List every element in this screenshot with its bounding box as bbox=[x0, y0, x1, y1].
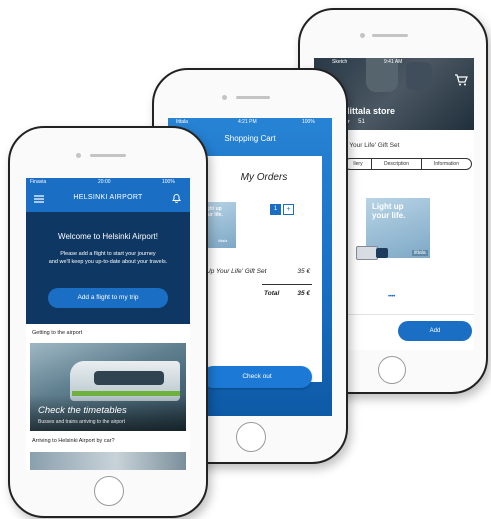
phone-speaker bbox=[90, 154, 126, 157]
train-window-shape bbox=[94, 371, 164, 385]
status-time: 20:00 bbox=[98, 179, 111, 185]
cart-status-bar: Iittala 4:21 PM 100% bbox=[168, 118, 332, 126]
phone-speaker bbox=[236, 96, 270, 99]
welcome-body-line1: Please add a flight to start your journe… bbox=[60, 251, 156, 257]
card-title: Check the timetables bbox=[38, 405, 127, 416]
card-subtitle: Busses and trains arriving to the airpor… bbox=[38, 419, 125, 425]
total-price: 35 € bbox=[297, 290, 310, 297]
welcome-title: Welcome to Helsinki Airport! bbox=[58, 232, 158, 241]
add-flight-button[interactable]: Add a flight to my trip bbox=[48, 288, 168, 308]
checkout-button[interactable]: Check out bbox=[202, 366, 312, 388]
store-status-bar: Sketch 9:41 AM bbox=[314, 58, 474, 66]
car-card-image[interactable] bbox=[30, 452, 186, 470]
item-price: 35 € bbox=[297, 268, 310, 275]
phone-speaker bbox=[372, 34, 408, 37]
phone-camera bbox=[76, 153, 81, 158]
box-text-line2: your life. bbox=[372, 211, 406, 220]
brand-tag: iittala bbox=[412, 250, 428, 256]
total-divider bbox=[262, 284, 312, 285]
status-carrier: Iittala bbox=[176, 119, 188, 125]
tab-gallery[interactable]: llery bbox=[345, 159, 372, 169]
quantity-plus-button[interactable]: + bbox=[283, 204, 294, 215]
brand-tag: iittala bbox=[218, 238, 228, 243]
bell-icon[interactable] bbox=[172, 193, 181, 203]
quantity-stepper[interactable]: 1 + bbox=[270, 204, 294, 215]
home-button[interactable] bbox=[378, 356, 406, 384]
welcome-body-line2: and we'll keep you up-to-date about your… bbox=[48, 259, 168, 265]
rating-count: 51 bbox=[358, 119, 365, 125]
home-button[interactable] bbox=[94, 476, 124, 506]
box-text-line1: Light up bbox=[372, 202, 404, 211]
item-name: Up Your Life' Gift Set bbox=[206, 268, 267, 275]
home-button[interactable] bbox=[236, 422, 266, 452]
phone-airport: Finavia 20:00 100% HELSINKI AIRPORT Welc… bbox=[8, 126, 208, 518]
tab-description[interactable]: Description bbox=[372, 159, 422, 169]
welcome-panel: Welcome to Helsinki Airport! Please add … bbox=[26, 212, 190, 324]
tab-information[interactable]: Information bbox=[422, 159, 471, 169]
product-image: Light up your life. iittala bbox=[356, 190, 430, 270]
section-getting-heading: Getting to the airport bbox=[32, 330, 83, 336]
status-time: 9:41 AM bbox=[384, 59, 403, 65]
status-battery: 100% bbox=[302, 119, 315, 125]
total-label: Total bbox=[264, 290, 280, 297]
status-carrier: Sketch bbox=[332, 59, 348, 65]
orders-title: My Orders bbox=[240, 172, 288, 183]
orders-panel: My Orders 1 + Up Your Life' Gift Set 35 … bbox=[206, 156, 322, 382]
status-time: 4:21 PM bbox=[238, 119, 257, 125]
cart-icon[interactable] bbox=[454, 74, 468, 86]
product-title: p Your Life' Gift Set bbox=[344, 142, 400, 149]
app-title: HELSINKI AIRPORT bbox=[73, 194, 143, 201]
airport-status-bar: Finavia 20:00 100% bbox=[26, 178, 190, 186]
quantity-value: 1 bbox=[270, 204, 281, 215]
section-car-heading: Arriving to Helsinki Airport by car? bbox=[32, 438, 115, 444]
status-carrier: Finavia bbox=[30, 179, 47, 185]
phone-camera bbox=[360, 33, 365, 38]
timetable-card[interactable]: Check the timetables Busses and trains a… bbox=[30, 343, 186, 431]
phone-camera bbox=[222, 95, 227, 100]
add-button[interactable]: Add bbox=[398, 321, 472, 341]
status-battery: 100% bbox=[162, 179, 175, 185]
glass-jar bbox=[376, 248, 388, 258]
product-tabs: llery Description Information bbox=[344, 158, 472, 170]
glass-jar bbox=[356, 246, 378, 260]
app-header: Finavia 20:00 100% HELSINKI AIRPORT bbox=[26, 178, 190, 212]
carousel-dots: • • • • bbox=[388, 294, 395, 300]
airport-screen: Finavia 20:00 100% HELSINKI AIRPORT Welc… bbox=[26, 178, 190, 470]
